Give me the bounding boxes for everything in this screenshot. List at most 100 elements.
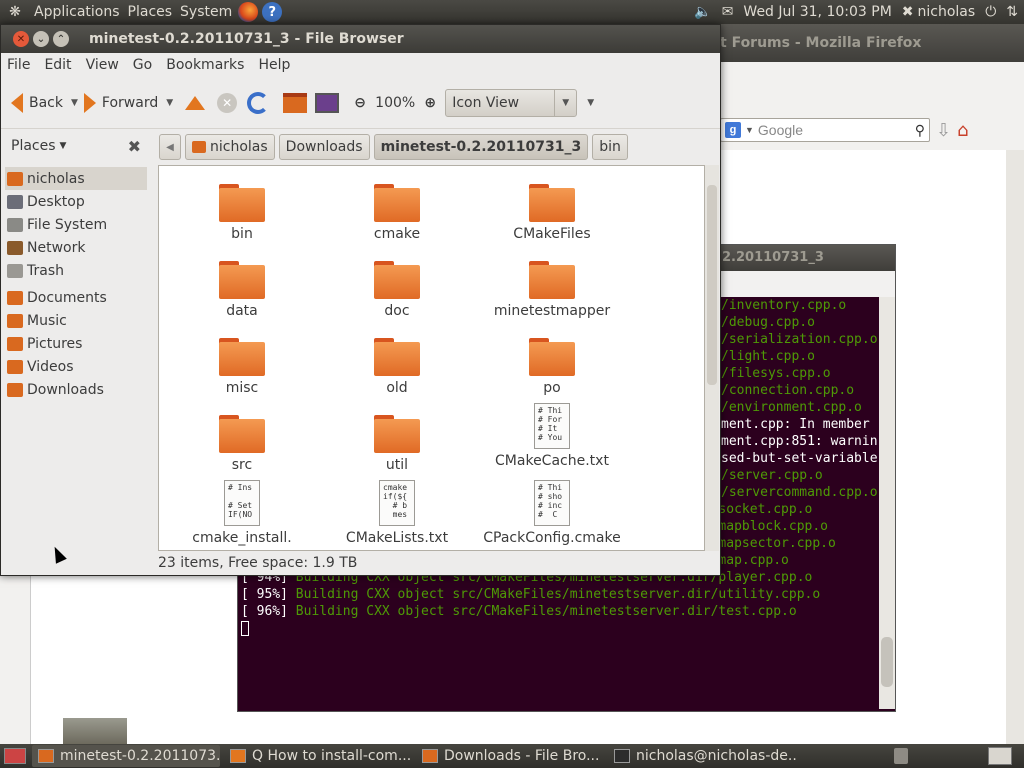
scroll-thumb[interactable]	[881, 637, 893, 687]
file-view-scrollbar[interactable]	[705, 165, 719, 551]
back-history-dropdown[interactable]: ▼	[71, 98, 78, 108]
network-arrows-icon[interactable]: ⇅	[1006, 4, 1018, 20]
stop-icon[interactable]: ✕	[217, 92, 238, 113]
taskbar-item[interactable]: Q How to install-com...	[224, 745, 412, 767]
close-sidebar-icon[interactable]: ✖	[128, 137, 141, 156]
crumb-nicholas[interactable]: nicholas	[185, 134, 275, 160]
folder-item[interactable]: po	[477, 320, 627, 396]
crumb-label: nicholas	[210, 139, 268, 155]
path-scroll-left-icon[interactable]: ◀	[159, 134, 181, 160]
google-icon[interactable]: g	[725, 122, 741, 138]
back-label: Back	[29, 94, 63, 111]
menubar: File Edit View Go Bookmarks Help	[1, 53, 720, 77]
sidebar-item-downloads[interactable]: Downloads	[1, 378, 151, 401]
computer-icon[interactable]	[315, 92, 340, 113]
file-icon-view[interactable]: bin cmake CMakeFiles data doc minetestmapper m…	[158, 165, 705, 551]
sidebar-item-nicholas[interactable]: nicholas	[5, 167, 147, 190]
back-button[interactable]: Back	[11, 92, 63, 113]
sidebar-item-videos[interactable]: Videos	[1, 355, 151, 378]
system-menu[interactable]: System	[180, 4, 232, 20]
forward-button[interactable]: Forward	[83, 92, 158, 113]
close-icon[interactable]: ✕	[13, 31, 29, 47]
toolbar: Back ▼ Forward ▼ ✕ ⊖ 100% ⊕ Icon View ▼ …	[1, 77, 720, 129]
sidebar-item-music[interactable]: Music	[1, 309, 151, 332]
zoom-out-icon[interactable]: ⊖	[351, 94, 369, 112]
menu-view[interactable]: View	[86, 57, 119, 73]
volume-icon[interactable]: 🔈	[694, 4, 711, 20]
folder-item[interactable]: data	[167, 243, 317, 319]
applications-menu[interactable]: Applications	[34, 4, 120, 20]
taskbar-item[interactable]: nicholas@nicholas-de...	[608, 745, 798, 767]
search-icon[interactable]: ⚲	[915, 122, 925, 139]
taskbar-item[interactable]: minetest-0.2.2011073...	[32, 745, 220, 767]
view-mode-select[interactable]: Icon View ▼	[445, 88, 578, 117]
window-title: minetest-0.2.20110731_3 - File Browser	[89, 31, 404, 47]
folder-item[interactable]: cmake	[322, 166, 472, 242]
places-menu[interactable]: Places	[128, 4, 173, 20]
zoom-in-icon[interactable]: ⊕	[421, 94, 439, 112]
sidebar-item-network[interactable]: Network	[1, 236, 151, 259]
line-text: /environment.cpp.o	[721, 400, 862, 415]
menu-help[interactable]: Help	[258, 57, 290, 73]
sidebar-item-documents[interactable]: Documents	[1, 286, 151, 309]
line-text: /debug.cpp.o	[721, 315, 815, 330]
folder-item[interactable]: misc	[167, 320, 317, 396]
firefox-launcher-icon[interactable]	[238, 2, 259, 22]
home-icon[interactable]: ⌂	[957, 120, 968, 141]
show-desktop-icon[interactable]	[4, 748, 26, 764]
file-name: po	[543, 380, 561, 396]
maximize-icon[interactable]: ⌃	[53, 31, 69, 47]
download-icon[interactable]: ⇩	[936, 120, 951, 141]
file-item[interactable]: # Thi # For # It # You CMakeCache.txt	[477, 397, 627, 473]
crumb-bin[interactable]: bin	[592, 134, 628, 160]
minimize-icon[interactable]: ⌄	[33, 31, 49, 47]
menu-go[interactable]: Go	[133, 57, 152, 73]
menu-bookmarks[interactable]: Bookmarks	[166, 57, 244, 73]
folder-item[interactable]: bin	[167, 166, 317, 242]
terminal-scrollbar[interactable]	[879, 297, 895, 709]
scroll-thumb[interactable]	[707, 185, 717, 385]
folder-item[interactable]: CMakeFiles	[477, 166, 627, 242]
menu-file[interactable]: File	[7, 57, 30, 73]
folder-item[interactable]: minetestmapper	[477, 243, 627, 319]
search-field[interactable]: g ▼ Google ⚲	[720, 118, 930, 142]
up-arrow-icon[interactable]	[185, 95, 206, 110]
chevron-down-icon[interactable]: ▼	[60, 141, 67, 151]
places-header[interactable]: Places ▼ ✖	[1, 129, 151, 163]
clock[interactable]: Wed Jul 31, 10:03 PM	[743, 4, 891, 20]
folder-item[interactable]: util	[322, 397, 472, 473]
sidebar-item-pictures[interactable]: Pictures	[1, 332, 151, 355]
mail-icon[interactable]: ✉	[722, 4, 734, 20]
folder-item[interactable]: old	[322, 320, 472, 396]
crumb-minetest[interactable]: minetest-0.2.20110731_3	[373, 134, 589, 160]
workspace-switcher[interactable]	[988, 747, 1012, 765]
toolbar-overflow-dropdown[interactable]: ▼	[587, 98, 594, 108]
user-menu[interactable]: nicholas	[918, 4, 976, 20]
folder-item[interactable]: src	[167, 397, 317, 473]
reload-icon[interactable]	[247, 91, 270, 114]
taskbar-item[interactable]: Downloads - File Bro...	[416, 745, 604, 767]
file-item[interactable]: cmake if(${ # b mes CMakeLists.txt	[322, 474, 472, 550]
firefox-scrollbar[interactable]	[1006, 150, 1024, 744]
file-item[interactable]: # Ins # Set IF(NO cmake_install.	[167, 474, 317, 550]
user-icon[interactable]: ✖	[902, 4, 914, 20]
help-icon[interactable]: ?	[262, 2, 283, 22]
trash-applet-icon[interactable]	[894, 748, 908, 764]
sidebar-item-trash[interactable]: Trash	[1, 259, 151, 282]
folder-icon	[529, 261, 575, 299]
menu-edit[interactable]: Edit	[44, 57, 71, 73]
chevron-down-icon[interactable]: ▼	[745, 125, 754, 135]
sidebar-item-file-system[interactable]: File System	[1, 213, 151, 236]
forward-history-dropdown[interactable]: ▼	[166, 98, 173, 108]
sidebar-item-desktop[interactable]: Desktop	[1, 190, 151, 213]
file-item[interactable]: # Thi # sho # inc # C CPackConfig.cmake	[477, 474, 627, 550]
folder-item[interactable]: doc	[322, 243, 472, 319]
home-icon[interactable]	[283, 92, 308, 113]
crumb-downloads[interactable]: Downloads	[278, 134, 370, 160]
folder-icon	[7, 290, 23, 305]
back-arrow-icon	[11, 92, 23, 113]
power-icon[interactable]: ⏻	[985, 4, 996, 20]
ubuntu-logo-icon[interactable]: ❋	[4, 2, 26, 22]
window-titlebar[interactable]: ✕ ⌄ ⌃ minetest-0.2.20110731_3 - File Bro…	[1, 25, 720, 53]
chevron-down-icon[interactable]: ▼	[554, 89, 576, 116]
